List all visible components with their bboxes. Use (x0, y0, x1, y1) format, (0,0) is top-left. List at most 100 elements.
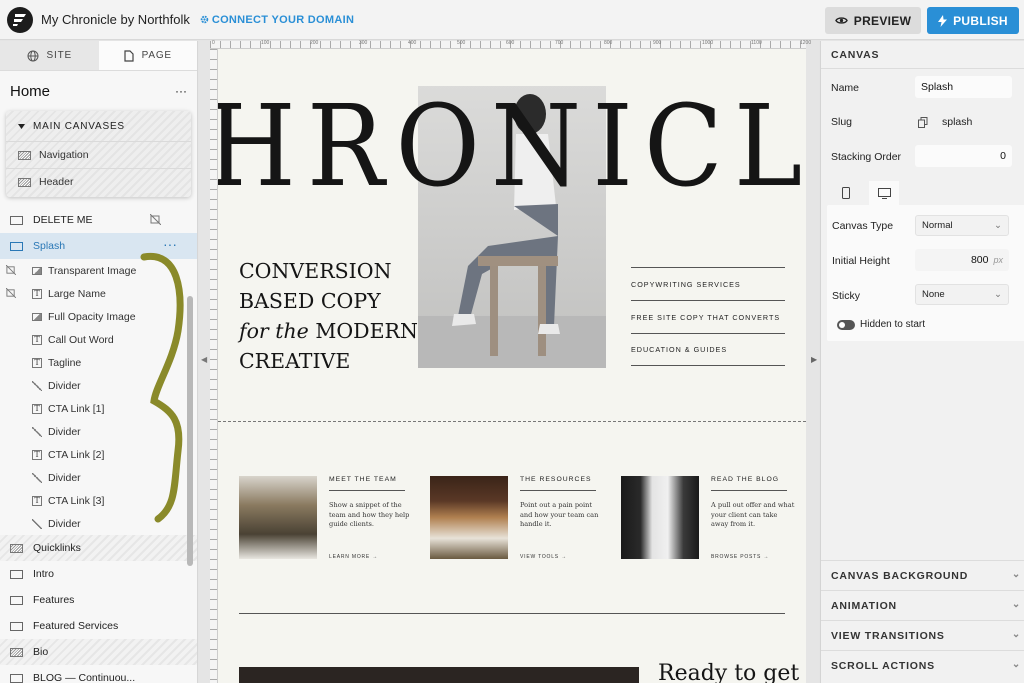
copy-icon[interactable] (918, 117, 928, 128)
card-link[interactable]: BROWSE POSTS → (711, 554, 769, 560)
text-icon: T (32, 289, 42, 299)
divider-icon (32, 473, 42, 483)
layer-features[interactable]: Features (0, 587, 197, 613)
ready-heading[interactable]: Ready to get (658, 661, 799, 683)
stacking-order-input[interactable]: 0 (915, 145, 1012, 167)
headline-line: CONVERSION (239, 256, 418, 286)
cta-link-3[interactable]: EDUCATION & GUIDES (631, 333, 785, 366)
ruler-label: 700 (555, 40, 563, 46)
tab-site[interactable]: SITE (0, 41, 99, 70)
card-link[interactable]: VIEW TOOLS → (520, 554, 567, 560)
blog-photo (621, 476, 699, 559)
layer-bio[interactable]: Bio (0, 639, 197, 665)
mobile-icon (842, 187, 850, 199)
layer-label: Transparent Image (48, 265, 136, 277)
app-logo-icon[interactable] (7, 7, 33, 33)
ruler-top: 0100200300400500600700800900100011001200 (210, 41, 806, 49)
chevron-down-icon: ⌄ (1012, 569, 1021, 580)
chevron-down-icon: ⌄ (1012, 629, 1021, 640)
initial-height-unit: px (993, 255, 1003, 265)
page-more-icon[interactable]: ··· (175, 84, 187, 98)
collapse-left-arrow-icon[interactable]: ◀ (201, 355, 207, 364)
tab-site-label: SITE (47, 50, 72, 61)
layer-header[interactable]: Header (6, 168, 191, 195)
card-rule (329, 490, 405, 491)
publish-button[interactable]: PUBLISH (927, 7, 1019, 34)
desktop-icon (878, 188, 891, 199)
name-label: Name (831, 82, 859, 94)
layer-label: Large Name (48, 288, 106, 300)
quicklink-card-team[interactable]: MEET THE TEAM Show a snippet of the team… (239, 476, 419, 566)
accordion-label: VIEW TRANSITIONS (831, 630, 945, 642)
accordion-label: ANIMATION (831, 600, 897, 612)
properties-panel: CANVAS Name Splash Slug splash Stacking … (820, 41, 1024, 683)
sticky-select[interactable]: None ⌄ (915, 284, 1009, 305)
layer-more-icon[interactable]: ··· (163, 236, 177, 252)
image-icon (32, 313, 42, 321)
hidden-icon[interactable] (150, 214, 161, 225)
chevron-down-icon: ⌄ (994, 289, 1002, 300)
accordion-canvas-background[interactable]: CANVAS BACKGROUND ⌄ (821, 560, 1024, 590)
stacking-order-label: Stacking Order (831, 151, 901, 163)
hidden-to-start-toggle[interactable] (837, 320, 855, 330)
layer-delete-me[interactable]: DELETE ME (0, 207, 197, 233)
accordion-view-transitions[interactable]: VIEW TRANSITIONS ⌄ (821, 620, 1024, 650)
ruler-label: 200 (310, 40, 318, 46)
card-link[interactable]: LEARN MORE → (329, 554, 378, 560)
layer-label: CTA Link [3] (48, 495, 104, 507)
layers-panel: SITE PAGE Home ··· MAIN CANVASES Navigat… (0, 41, 198, 683)
accordion-label: CANVAS BACKGROUND (831, 570, 968, 582)
page-selector[interactable]: Home ··· (0, 71, 197, 111)
text-icon: T (32, 496, 42, 506)
card-text: Show a snippet of the team and how they … (329, 501, 413, 530)
hidden-icon (6, 288, 16, 298)
eye-icon (835, 16, 848, 25)
collapse-right-arrow-icon[interactable]: ▶ (811, 355, 817, 364)
text-icon: T (32, 404, 42, 414)
quicklink-card-resources[interactable]: THE RESOURCES Point out a pain point and… (430, 476, 610, 566)
divider-icon (32, 427, 42, 437)
desktop-view-button[interactable] (869, 181, 899, 205)
connect-domain-link[interactable]: CONNECT YOUR DOMAIN (200, 14, 354, 26)
cta-link-2[interactable]: FREE SITE COPY THAT CONVERTS (631, 300, 785, 333)
mobile-view-button[interactable] (831, 181, 861, 205)
initial-height-label: Initial Height (832, 255, 890, 267)
layer-featured-services[interactable]: Featured Services (0, 613, 197, 639)
caret-down-icon (18, 124, 25, 129)
accordion-animation[interactable]: ANIMATION ⌄ (821, 590, 1024, 620)
canvas-icon (10, 622, 23, 631)
page-name: Home (10, 83, 50, 100)
call-out-headline[interactable]: CONVERSION BASED COPY for the MODERN CRE… (239, 256, 418, 376)
ruler-label: 1200 (800, 40, 811, 46)
tab-page[interactable]: PAGE (99, 41, 198, 70)
large-name-text[interactable]: HRONICL (218, 91, 806, 203)
layer-intro[interactable]: Intro (0, 561, 197, 587)
canvas-type-select[interactable]: Normal ⌄ (915, 215, 1009, 236)
layer-label: Divider (48, 518, 81, 530)
preview-button[interactable]: PREVIEW (825, 7, 921, 34)
layer-blog[interactable]: BLOG — Continuou... (0, 665, 197, 683)
name-input[interactable]: Splash (915, 76, 1012, 98)
team-photo (239, 476, 317, 559)
canvas-icon (10, 216, 23, 225)
canvas-hatched-icon (18, 178, 31, 187)
layer-label: Divider (48, 426, 81, 438)
quicklink-card-blog[interactable]: READ THE BLOG A pull out offer and what … (621, 476, 801, 566)
headline-word: MODERN (315, 319, 418, 343)
page-icon (124, 50, 134, 62)
layer-navigation[interactable]: Navigation (6, 141, 191, 168)
cta-link-1[interactable]: COPYWRITING SERVICES (631, 267, 785, 300)
card-link-label: LEARN MORE (329, 554, 370, 560)
ruler-label: 900 (653, 40, 661, 46)
text-icon: T (32, 358, 42, 368)
accordion-scroll-actions[interactable]: SCROLL ACTIONS ⌄ (821, 650, 1024, 680)
main-canvases-header[interactable]: MAIN CANVASES (6, 111, 191, 141)
card-text: A pull out offer and what your client ca… (711, 501, 795, 530)
text-icon: T (32, 335, 42, 345)
initial-height-input[interactable]: 800 px (915, 249, 1009, 271)
page-canvas[interactable]: HRONICL CONVERSION BASED COPY for the MO… (218, 49, 806, 683)
canvas-icon (10, 570, 23, 579)
divider-icon (32, 519, 42, 529)
layer-quicklinks[interactable]: Quicklinks (0, 535, 197, 561)
layer-label: Call Out Word (48, 334, 114, 346)
